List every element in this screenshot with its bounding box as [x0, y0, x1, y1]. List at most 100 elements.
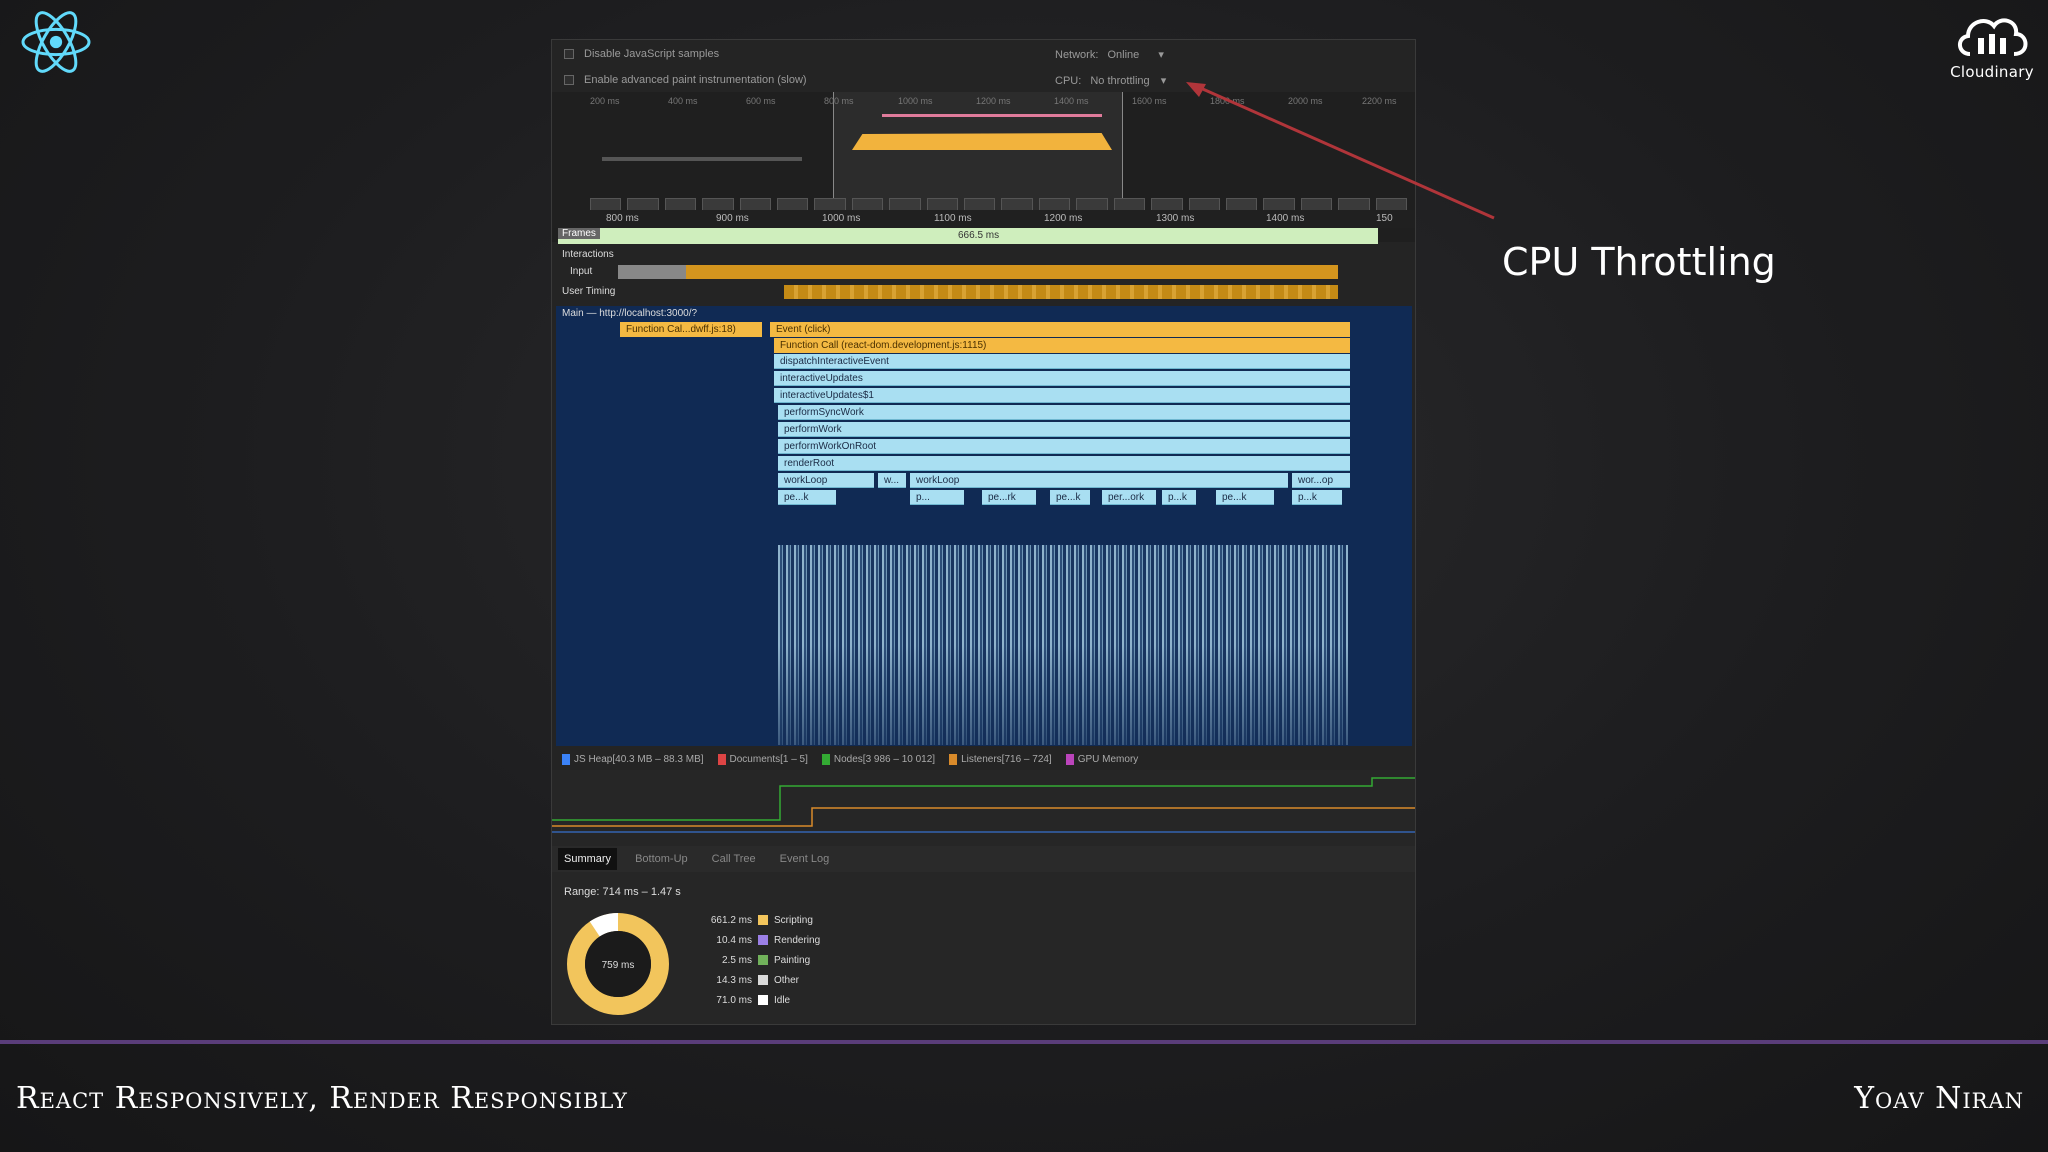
ruler-tick: 900 ms: [716, 213, 749, 224]
flame-entry[interactable]: Event (click): [770, 322, 1350, 337]
flame-entry[interactable]: p...k: [1162, 490, 1196, 505]
summary-pane: Range: 714 ms – 1.47 s 759 ms 661.2 ms S…: [552, 872, 1415, 1024]
legend-swatch: [758, 995, 768, 1005]
legend-value: 10.4 ms: [716, 934, 752, 946]
flame-entry[interactable]: workLoop: [778, 473, 874, 488]
idle-slice: [589, 913, 619, 937]
js-heap-legend[interactable]: JS Heap[40.3 MB – 88.3 MB]: [562, 753, 704, 765]
overview-tick: 1400 ms: [1054, 96, 1089, 106]
legend-value: 2.5 ms: [721, 954, 752, 966]
overview-ticks: 200 ms 400 ms 600 ms 800 ms 1000 ms 1200…: [552, 96, 1415, 110]
overview-tick: 600 ms: [746, 96, 776, 106]
memory-lines: [552, 777, 1415, 833]
talk-title: React Responsively, Render Responsibly: [16, 1081, 628, 1116]
flame-entry[interactable]: interactiveUpdates: [774, 371, 1350, 386]
flame-entry[interactable]: interactiveUpdates$1: [774, 388, 1350, 403]
tab-summary[interactable]: Summary: [558, 848, 618, 870]
input-track-label[interactable]: Input: [570, 266, 592, 277]
overview-tick: 2200 ms: [1362, 96, 1397, 106]
fps-graph: [882, 114, 1102, 117]
range-text: Range: 714 ms – 1.47 s: [564, 886, 681, 898]
flame-entry[interactable]: performWorkOnRoot: [778, 439, 1350, 454]
flame-entry[interactable]: performWork: [778, 422, 1350, 437]
overview-tick: 1000 ms: [898, 96, 933, 106]
flame-entry[interactable]: per...ork: [1102, 490, 1156, 505]
summary-legend: 661.2 ms Scripting 10.4 ms Rendering 2.5…: [702, 910, 820, 1010]
chevron-down-icon: ▾: [1158, 48, 1164, 61]
cpu-throttling-annotation: CPU Throttling: [1502, 240, 1776, 284]
legend-label: Other: [774, 974, 800, 986]
cloudinary-logo-text: Cloudinary: [1950, 63, 2034, 81]
cpu-throttling-select[interactable]: No throttling: [1090, 75, 1149, 87]
flame-deep-stacks-fade: [778, 645, 1348, 745]
chevron-down-icon: ▾: [1160, 74, 1167, 87]
interactions-track-label[interactable]: Interactions: [562, 249, 614, 260]
flame-entry[interactable]: performSyncWork: [778, 405, 1350, 420]
main-track-label: Main — http://localhost:3000/?: [562, 308, 698, 319]
overview-tick: 400 ms: [668, 96, 698, 106]
tab-bottom-up[interactable]: Bottom-Up: [629, 848, 694, 870]
legend-row-other: 14.3 ms Other: [702, 970, 820, 990]
flame-entry[interactable]: dispatchInteractiveEvent: [774, 354, 1350, 369]
legend-label: Scripting: [774, 914, 813, 926]
legend-swatch: [758, 975, 768, 985]
settings-row-2: Enable advanced paint instrumentation (s…: [552, 68, 1415, 92]
documents-legend[interactable]: Documents[1 – 5]: [717, 753, 808, 765]
ruler-tick: 1400 ms: [1266, 213, 1305, 224]
input-track-gray: [618, 265, 686, 279]
advanced-paint-checkbox[interactable]: [564, 75, 574, 85]
speaker-name: Yoav Niran: [1854, 1081, 2024, 1116]
disable-js-samples-checkbox[interactable]: [564, 49, 574, 59]
legend-label: Painting: [774, 954, 811, 966]
legend-label: Idle: [774, 994, 791, 1006]
nodes-legend[interactable]: Nodes[3 986 – 10 012]: [821, 753, 935, 765]
flame-entry[interactable]: p...: [910, 490, 964, 505]
flame-entry[interactable]: wor...op: [1292, 473, 1350, 488]
user-timing-track-label[interactable]: User Timing: [562, 286, 615, 297]
legend-swatch: [758, 915, 768, 925]
frames-duration: 666.5 ms: [958, 230, 1000, 241]
listeners-legend[interactable]: Listeners[716 – 724]: [949, 753, 1052, 765]
flame-entry[interactable]: workLoop: [910, 473, 1288, 488]
react-logo-icon: [21, 11, 91, 73]
advanced-paint-label: Enable advanced paint instrumentation (s…: [584, 74, 807, 86]
ruler-tick: 1200 ms: [1044, 213, 1083, 224]
overview-tick: 1600 ms: [1132, 96, 1167, 106]
network-select[interactable]: Online: [1107, 49, 1139, 61]
tab-call-tree[interactable]: Call Tree: [706, 848, 762, 870]
flame-entry[interactable]: pe...rk: [982, 490, 1036, 505]
flame-entry[interactable]: w...: [878, 473, 906, 488]
overview-tick: 1200 ms: [976, 96, 1011, 106]
ruler-tick: 1100 ms: [934, 213, 972, 224]
ruler-tick: 1000 ms: [822, 213, 861, 224]
time-ruler: 800 ms 900 ms 1000 ms 1100 ms 1200 ms 13…: [552, 210, 1415, 228]
main-thread-flame-chart[interactable]: Main — http://localhost:3000/? Function …: [556, 306, 1412, 746]
summary-donut-chart: 759 ms: [567, 913, 669, 1015]
cpu-label: CPU:: [1055, 74, 1082, 87]
flame-entry[interactable]: renderRoot: [778, 456, 1350, 471]
legend-row-scripting: 661.2 ms Scripting: [702, 910, 820, 930]
settings-row-1: Disable JavaScript samples Network: Onli…: [552, 42, 1415, 66]
ruler-tick: 1300 ms: [1156, 213, 1195, 224]
legend-row-idle: 71.0 ms Idle: [702, 990, 820, 1010]
flame-entry[interactable]: pe...k: [778, 490, 836, 505]
legend-swatch: [758, 935, 768, 945]
frames-label: Frames: [558, 228, 600, 239]
user-timing-bar: [784, 285, 1338, 299]
tab-event-log[interactable]: Event Log: [774, 848, 836, 870]
flame-entry[interactable]: pe...k: [1050, 490, 1090, 505]
memory-legend: JS Heap[40.3 MB – 88.3 MB] Documents[1 –…: [552, 750, 1415, 768]
network-graph: [602, 157, 802, 161]
donut-center-label: 759 ms: [602, 960, 635, 971]
overview-tick: 1800 ms: [1210, 96, 1245, 106]
flame-entry[interactable]: Function Cal...dwff.js:18): [620, 322, 762, 337]
frames-track[interactable]: Frames 666.5 ms: [558, 228, 1378, 244]
overview-tick: 800 ms: [824, 96, 854, 106]
flame-entry[interactable]: p...k: [1292, 490, 1342, 505]
ruler-tick: 150: [1376, 213, 1393, 224]
legend-value: 14.3 ms: [716, 974, 752, 986]
gpu-memory-legend[interactable]: GPU Memory: [1065, 753, 1138, 765]
legend-label: Rendering: [774, 934, 821, 946]
flame-entry[interactable]: pe...k: [1216, 490, 1274, 505]
flame-entry[interactable]: Function Call (react-dom.development.js:…: [774, 338, 1350, 353]
